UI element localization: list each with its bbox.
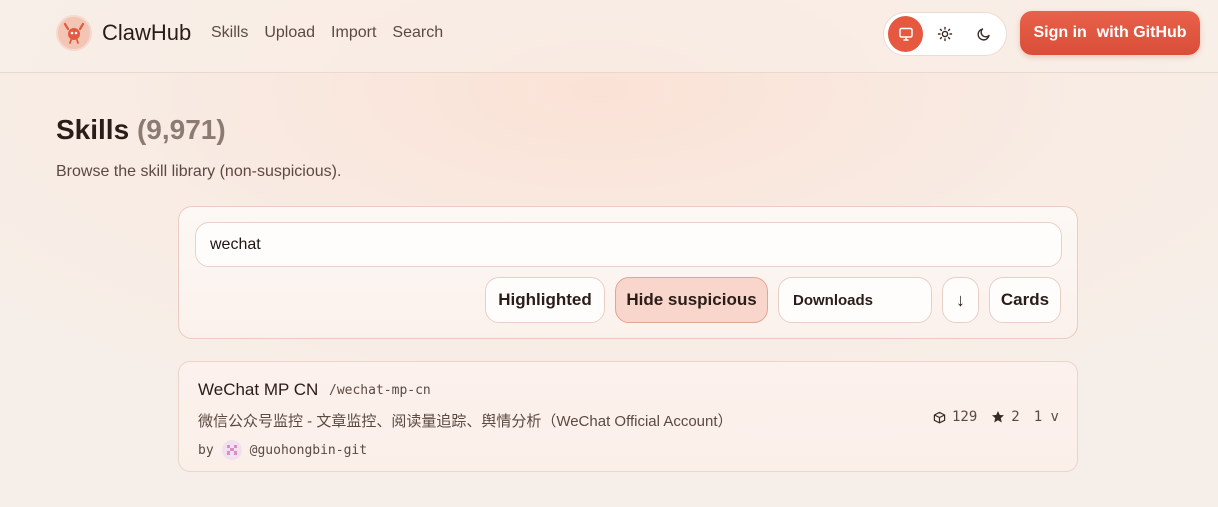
filter-controls: Highlighted Hide suspicious Downloads ↓ … bbox=[179, 277, 1079, 323]
page-title: Skills (9,971) bbox=[56, 114, 226, 146]
author-avatar[interactable] bbox=[221, 440, 242, 460]
nav-item-upload[interactable]: Upload bbox=[264, 24, 315, 42]
monitor-icon bbox=[898, 27, 913, 41]
brand-name[interactable]: ClawHub bbox=[102, 20, 191, 46]
signin-suffix: with GitHub bbox=[1096, 24, 1187, 41]
skill-description: 微信公众号监控 - 文章监控、阅读量追踪、舆情分析（WeChat Officia… bbox=[198, 413, 733, 430]
clawhub-logo-icon[interactable] bbox=[56, 15, 92, 51]
skill-name[interactable]: WeChat MP CN bbox=[198, 380, 318, 400]
author-handle[interactable]: @guohongbin-git bbox=[250, 443, 367, 458]
sun-icon bbox=[937, 26, 953, 42]
sort-select[interactable]: Downloads bbox=[778, 277, 932, 323]
view-mode-button[interactable]: Cards bbox=[989, 277, 1061, 323]
skills-count: (9,971) bbox=[136, 114, 226, 145]
theme-switcher bbox=[883, 12, 1007, 56]
sort-direction-button[interactable]: ↓ bbox=[942, 277, 979, 323]
page-title-text: Skills bbox=[56, 114, 130, 145]
signin-github-button[interactable]: Sign in with GitHub bbox=[1020, 11, 1200, 55]
stars-count: 2 bbox=[1011, 409, 1020, 425]
moon-icon bbox=[977, 28, 991, 41]
skill-stats: 129 2 1 v bbox=[925, 409, 1059, 425]
nav-item-import[interactable]: Import bbox=[331, 24, 376, 42]
main-nav: Skills Upload Import Search bbox=[211, 24, 443, 42]
by-label: by bbox=[198, 442, 214, 458]
search-panel: Highlighted Hide suspicious Downloads ↓ … bbox=[178, 206, 1078, 339]
highlighted-toggle[interactable]: Highlighted bbox=[485, 277, 605, 323]
theme-light-button[interactable] bbox=[927, 16, 962, 52]
package-icon bbox=[933, 411, 946, 423]
skill-card[interactable]: WeChat MP CN /wechat-mp-cn 微信公众号监控 - 文章监… bbox=[178, 361, 1078, 472]
nav-item-skills[interactable]: Skills bbox=[211, 24, 248, 42]
versions-count: 1 v bbox=[1033, 409, 1059, 425]
page-subtitle: Browse the skill library (non-suspicious… bbox=[56, 163, 342, 180]
search-input[interactable] bbox=[195, 222, 1062, 267]
theme-system-button[interactable] bbox=[888, 16, 924, 52]
nav-item-search[interactable]: Search bbox=[392, 24, 443, 42]
downloads-count: 129 bbox=[951, 409, 978, 425]
hide-suspicious-toggle[interactable]: Hide suspicious bbox=[615, 277, 768, 323]
signin-label: Sign in bbox=[1033, 24, 1087, 41]
theme-dark-button[interactable] bbox=[967, 16, 1002, 52]
top-header: ClawHub Skills Upload Import Search Sign… bbox=[0, 0, 1218, 73]
skill-author: by @guohongbin-git bbox=[198, 440, 367, 460]
star-icon bbox=[992, 411, 1005, 423]
skill-slug: /wechat-mp-cn bbox=[329, 383, 431, 398]
